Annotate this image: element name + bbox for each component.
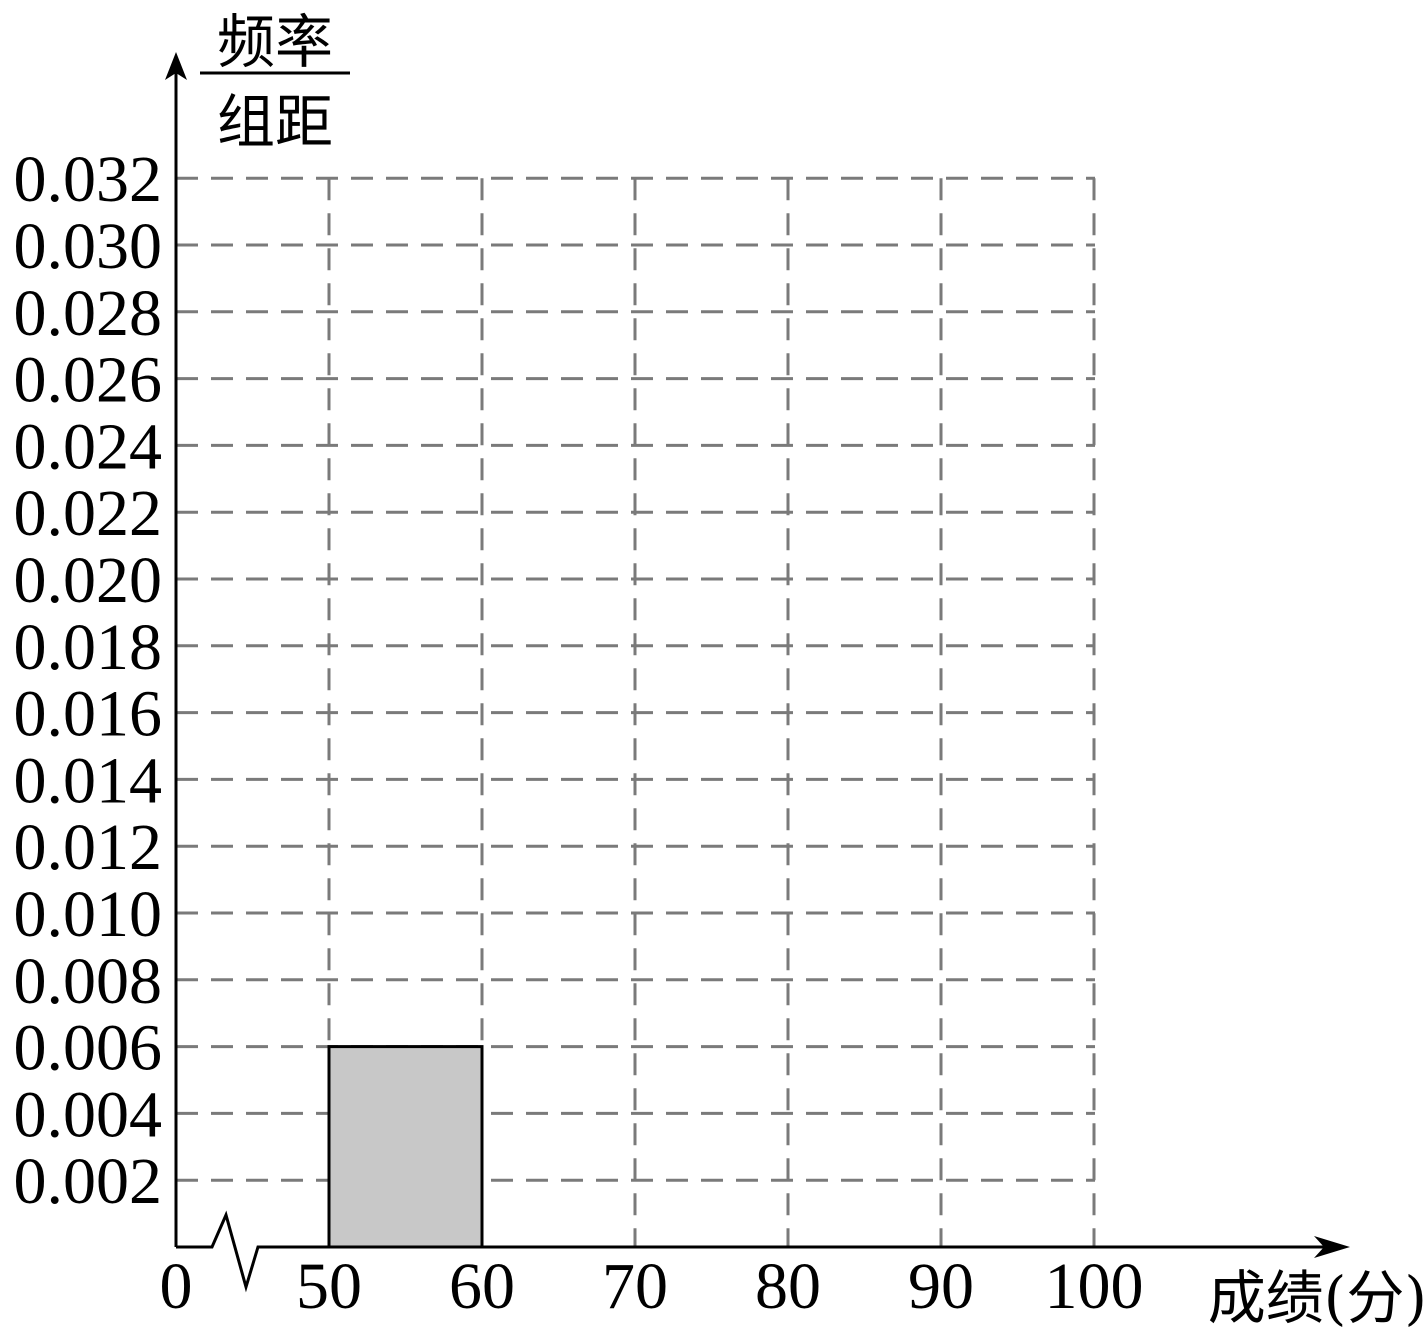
x-tick-label: 100 [1045,1250,1144,1323]
y-tick-label: 0.030 [14,210,163,283]
y-tick-label: 0.032 [14,143,163,216]
x-tick-label: 0 [160,1250,193,1323]
x-axis-title: 成绩(分) [1208,1264,1427,1332]
y-tick-label: 0.012 [14,811,163,884]
y-tick-label: 0.008 [14,945,163,1018]
x-tick-labels: 0 50 60 70 80 90 100 [160,1250,1144,1323]
chart-canvas: 0.0020.0040.0060.0080.0100.0120.0140.016… [14,8,1427,1332]
histogram-bar [327,1045,484,1249]
y-tick-label: 0.014 [14,744,163,817]
x-tick-label: 60 [449,1250,515,1323]
y-tick-label: 0.010 [14,878,163,951]
y-tick-label: 0.028 [14,277,163,350]
y-tick-label: 0.002 [14,1145,163,1218]
y-tick-label: 0.004 [14,1078,163,1151]
x-tick-label: 50 [296,1250,362,1323]
bars [327,1045,484,1249]
grid-lines [176,176,1096,1247]
y-tick-label: 0.022 [14,477,163,550]
x-tick-label: 90 [908,1250,974,1323]
y-tick-labels: 0.0020.0040.0060.0080.0100.0120.0140.016… [14,143,163,1218]
y-axis-title-denominator: 组距 [217,88,333,156]
y-axis-title-numerator: 频率 [217,8,333,76]
x-tick-label: 80 [755,1250,821,1323]
y-tick-label: 0.024 [14,410,163,483]
x-tick-label: 70 [602,1250,668,1323]
y-tick-label: 0.016 [14,678,163,751]
histogram-chart: 0.002 0.004 0.006 0.008 0.010 0.012 0.014 0.016… [0,0,1427,1334]
y-tick-label: 0.006 [14,1012,163,1085]
y-tick-label: 0.018 [14,611,163,684]
y-tick-label: 0.020 [14,544,163,617]
y-tick-label: 0.026 [14,344,163,417]
